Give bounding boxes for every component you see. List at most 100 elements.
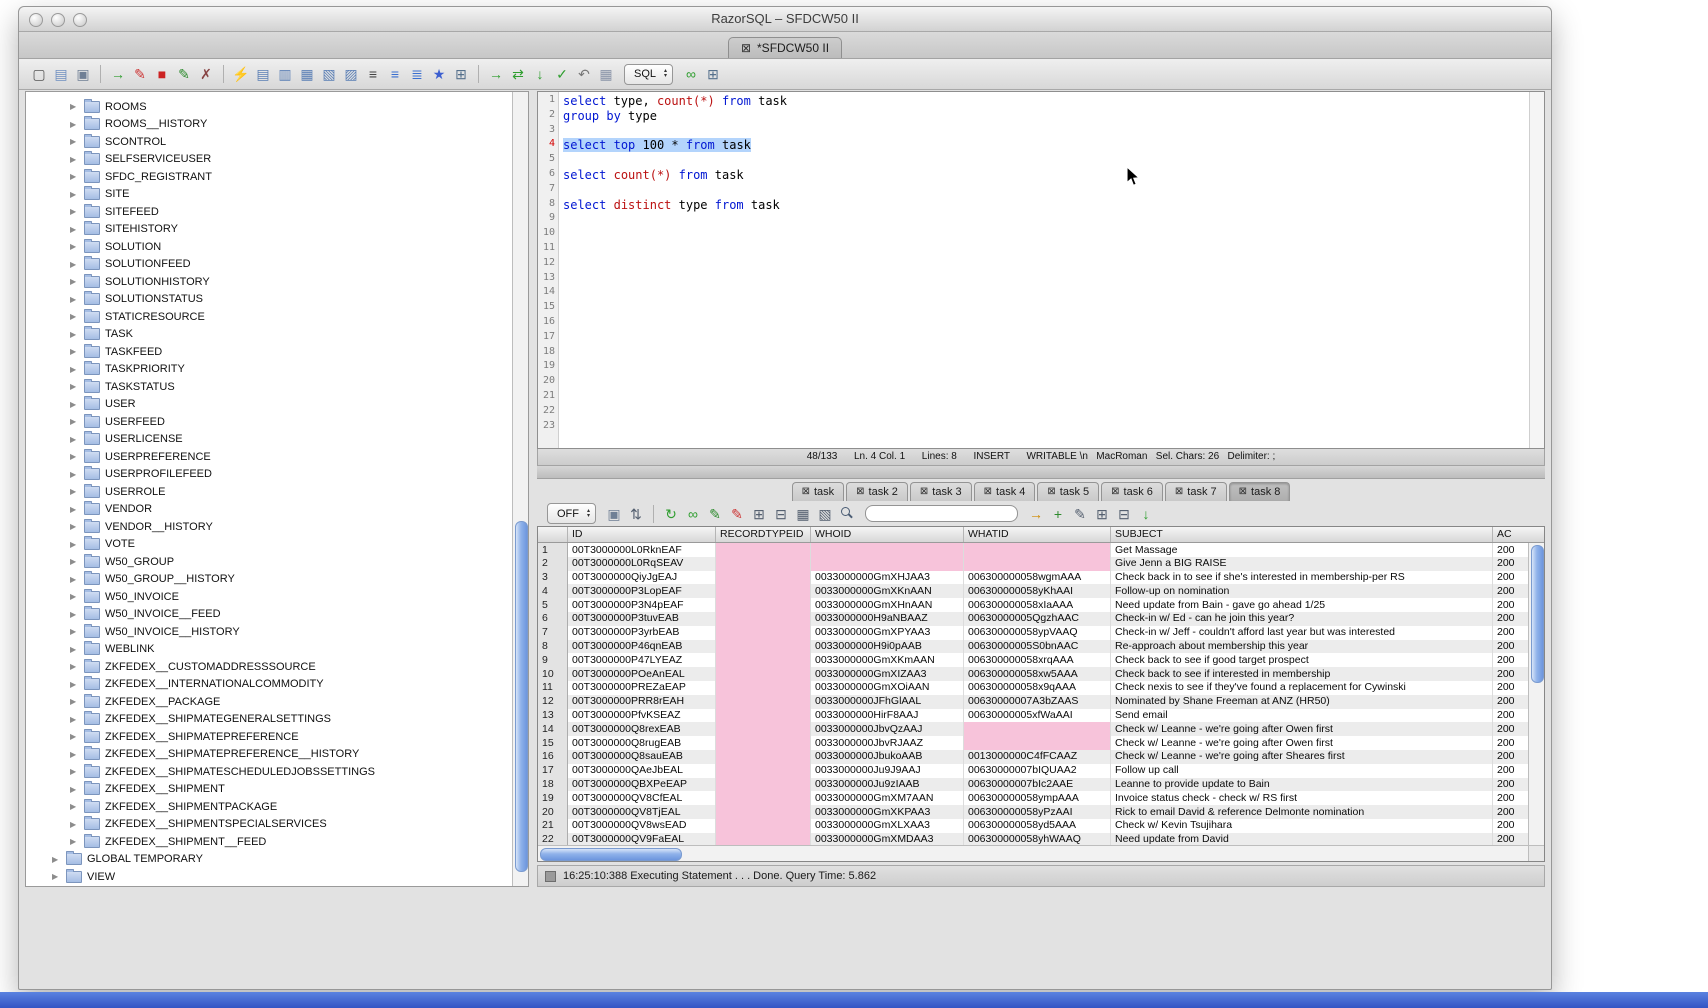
disclosure-triangle-icon[interactable]: ▶ — [70, 820, 79, 829]
disclosure-triangle-icon[interactable]: ▶ — [70, 575, 79, 584]
cell-n[interactable]: 22 — [538, 833, 568, 846]
close-document-icon[interactable]: ⊠ — [741, 42, 751, 54]
cell-whoid[interactable]: 0033000000GmXMDAA3 — [811, 833, 964, 846]
cell-whatid[interactable]: 00630000005xfWaAAI — [964, 709, 1111, 723]
cell-whatid[interactable]: 006300000058yhWAAQ — [964, 833, 1111, 846]
cell-whatid[interactable]: 006300000058ympAAA — [964, 791, 1111, 805]
table-row[interactable]: 100T3000000L0RknEAFGet Massage200 — [538, 543, 1529, 557]
cell-recordtypeid[interactable] — [716, 750, 811, 764]
format-left-icon[interactable]: ≡ — [385, 64, 405, 84]
file-stack-icon[interactable]: ▧ — [319, 64, 339, 84]
cell-ac[interactable]: 200 — [1493, 833, 1529, 846]
cell-recordtypeid[interactable] — [716, 709, 811, 723]
tree-item[interactable]: ▶USERROLE — [26, 483, 513, 501]
cell-subject[interactable]: Leanne to provide update to Bain — [1111, 778, 1493, 792]
cell-ac[interactable]: 200 — [1493, 543, 1529, 557]
code-line[interactable] — [563, 183, 1544, 198]
code-line[interactable] — [563, 242, 1544, 257]
code-line[interactable] — [563, 360, 1544, 375]
cell-n[interactable]: 15 — [538, 736, 568, 750]
tree-item[interactable]: ▶SITEHISTORY — [26, 221, 513, 239]
save-results-icon[interactable]: ▣ — [604, 504, 624, 524]
close-tab-icon[interactable]: ⊠ — [1047, 487, 1055, 497]
tree-item[interactable]: ▶SFDC_REGISTRANT — [26, 168, 513, 186]
duplicate-icon[interactable]: ▦ — [793, 504, 813, 524]
disclosure-triangle-icon[interactable]: ▶ — [70, 172, 79, 181]
tree-item[interactable]: ▶ZKFEDEX__SHIPMATESCHEDULEDJOBSSETTINGS — [26, 763, 513, 781]
disclosure-triangle-icon[interactable]: ▶ — [70, 610, 79, 619]
disclosure-triangle-icon[interactable]: ▶ — [70, 522, 79, 531]
code-line[interactable] — [563, 153, 1544, 168]
table-row[interactable]: 1300T3000000PfvKSEAZ0033000000HirF8AAJ00… — [538, 709, 1529, 723]
tree-item[interactable]: ▶SELFSERVICEUSER — [26, 151, 513, 169]
disclosure-triangle-icon[interactable]: ▶ — [70, 697, 79, 706]
tree-item[interactable]: ▶SOLUTION — [26, 238, 513, 256]
insert-row-icon[interactable]: ✎ — [705, 504, 725, 524]
cell-id[interactable]: 00T3000000QV9FaEAL — [568, 833, 716, 846]
cell-n[interactable]: 10 — [538, 667, 568, 681]
cell-n[interactable]: 4 — [538, 584, 568, 598]
cell-n[interactable]: 14 — [538, 722, 568, 736]
editor-vertical-scrollbar[interactable] — [1529, 92, 1544, 448]
disclosure-triangle-icon[interactable]: ▶ — [70, 120, 79, 129]
code-line[interactable] — [563, 272, 1544, 287]
cell-ac[interactable]: 200 — [1493, 598, 1529, 612]
tree-vertical-scrollbar[interactable] — [512, 92, 528, 886]
code-line[interactable] — [563, 124, 1544, 139]
cell-whoid[interactable] — [811, 557, 964, 571]
cell-id[interactable]: 00T3000000QAeJbEAL — [568, 764, 716, 778]
cell-whoid[interactable]: 0033000000GmXKPAA3 — [811, 805, 964, 819]
cell-id[interactable]: 00T3000000P3yrbEAB — [568, 626, 716, 640]
tree-item[interactable]: ▶VENDOR — [26, 501, 513, 519]
cell-id[interactable]: 00T3000000QiyJgEAJ — [568, 571, 716, 585]
code-line[interactable] — [563, 420, 1544, 435]
cell-whatid[interactable]: 006300000058yPzAAI — [964, 805, 1111, 819]
cell-id[interactable]: 00T3000000PRR8rEAH — [568, 695, 716, 709]
disclosure-triangle-icon[interactable]: ▶ — [70, 417, 79, 426]
cell-n[interactable]: 3 — [538, 571, 568, 585]
go-both-icon[interactable]: ⇄ — [508, 64, 528, 84]
cell-subject[interactable]: Get Massage — [1111, 543, 1493, 557]
code-line[interactable] — [563, 227, 1544, 242]
cell-ac[interactable]: 200 — [1493, 667, 1529, 681]
cell-ac[interactable]: 200 — [1493, 750, 1529, 764]
cell-recordtypeid[interactable] — [716, 612, 811, 626]
clipboard-icon[interactable]: ▨ — [341, 64, 361, 84]
cell-subject[interactable]: Check back to see if interested in membe… — [1111, 667, 1493, 681]
table-row[interactable]: 400T3000000P3LopEAF0033000000GmXKnAAN006… — [538, 584, 1529, 598]
cell-recordtypeid[interactable] — [716, 833, 811, 846]
column-header[interactable]: ID — [568, 527, 716, 542]
cell-whoid[interactable]: 0033000000GmXHJAA3 — [811, 571, 964, 585]
disclosure-triangle-icon[interactable]: ▶ — [70, 260, 79, 269]
table-row[interactable]: 1900T3000000QV8CfEAL0033000000GmXM7AAN00… — [538, 791, 1529, 805]
cell-whatid[interactable]: 0013000000C4fFCAAZ — [964, 750, 1111, 764]
cell-whoid[interactable] — [811, 543, 964, 557]
tree-item[interactable]: ▶SITE — [26, 186, 513, 204]
grid-vertical-scrollbar[interactable] — [1528, 543, 1544, 846]
code-line[interactable] — [563, 390, 1544, 405]
disclosure-triangle-icon[interactable]: ▶ — [70, 505, 79, 514]
code-line[interactable] — [563, 286, 1544, 301]
cell-whatid[interactable]: 006300000058yKhAAI — [964, 584, 1111, 598]
tree-item[interactable]: ▶STATICRESOURCE — [26, 308, 513, 326]
erase-icon[interactable]: ✗ — [196, 64, 216, 84]
cell-recordtypeid[interactable] — [716, 584, 811, 598]
edit-green-icon[interactable]: ✎ — [174, 64, 194, 84]
tree-item[interactable]: ▶W50_INVOICE__HISTORY — [26, 623, 513, 641]
cell-subject[interactable]: Check w/ Kevin Tsujihara — [1111, 819, 1493, 833]
close-tab-icon[interactable]: ⊠ — [856, 487, 864, 497]
tree-item[interactable]: ▶USERLICENSE — [26, 431, 513, 449]
tree-item[interactable]: ▶ZKFEDEX__SHIPMENTPACKAGE — [26, 798, 513, 816]
disclosure-triangle-icon[interactable]: ▶ — [52, 855, 61, 864]
history-icon[interactable]: ▦ — [596, 64, 616, 84]
tree-item[interactable]: ▶USERFEED — [26, 413, 513, 431]
tree-item[interactable]: ▶WEBLINK — [26, 641, 513, 659]
code-area[interactable]: select type, count(*) from taskgroup by … — [559, 92, 1544, 448]
tree-item[interactable]: ▶SOLUTIONFEED — [26, 256, 513, 274]
cell-ac[interactable]: 200 — [1493, 557, 1529, 571]
cell-subject[interactable]: Give Jenn a BIG RAISE — [1111, 557, 1493, 571]
cell-whoid[interactable]: 0033000000HirF8AAJ — [811, 709, 964, 723]
cell-subject[interactable]: Check back in to see if she's interested… — [1111, 571, 1493, 585]
cell-whoid[interactable]: 0033000000GmXM7AAN — [811, 791, 964, 805]
tree-item[interactable]: ▶ZKFEDEX__SHIPMATEGENERALSETTINGS — [26, 711, 513, 729]
